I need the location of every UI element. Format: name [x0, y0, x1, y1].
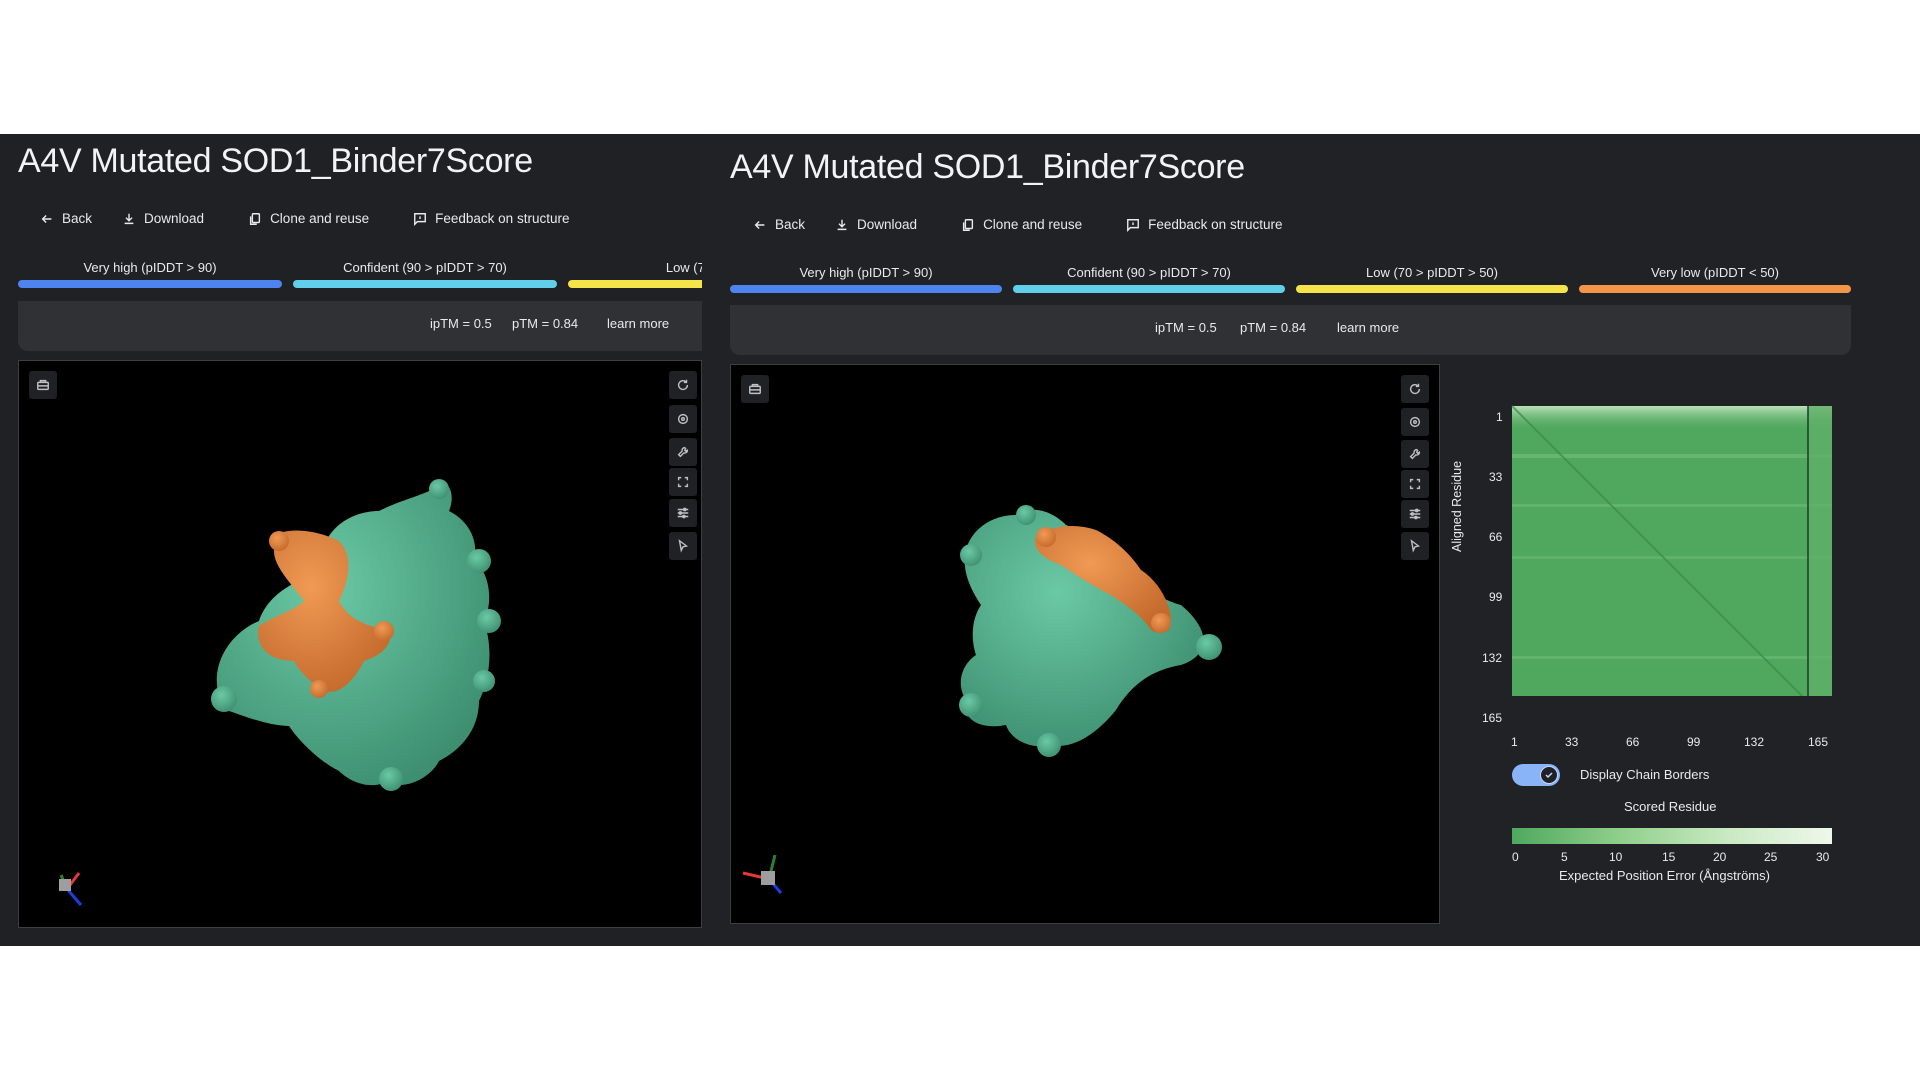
- back-button[interactable]: Back: [40, 211, 92, 226]
- pae-colorbar: [1512, 828, 1832, 844]
- pae-y-label: Aligned Residue: [1450, 460, 1464, 552]
- arrow-left-icon: [754, 220, 765, 229]
- colorbar-tick: 10: [1609, 850, 1623, 864]
- feedback-icon: [1127, 218, 1140, 232]
- pae-heatmap: [1511, 405, 1832, 696]
- score-box: ipTM = 0.5 pTM = 0.84 learn more: [730, 305, 1851, 355]
- colorbar-tick: 15: [1662, 850, 1676, 864]
- feedback-icon: [414, 212, 427, 226]
- arrow-left-icon: [41, 214, 52, 223]
- ptm-value: pTM = 0.84: [512, 316, 579, 331]
- score-box: ipTM = 0.5 pTM = 0.84 learn more: [18, 301, 702, 351]
- colorbar-tick: 30: [1816, 850, 1830, 864]
- chain-borders-toggle[interactable]: [1512, 764, 1560, 786]
- chain-borders-label: Display Chain Borders: [1580, 767, 1710, 782]
- pae-x-tick: 33: [1565, 735, 1579, 749]
- right-structure-panel: A4V Mutated SOD1_Binder7Score Back Downl…: [702, 134, 1920, 946]
- structure-viewer[interactable]: [730, 364, 1440, 924]
- pae-x-label: Scored Residue: [1624, 799, 1717, 814]
- axes-gizmo-icon: [59, 872, 83, 906]
- pae-x-tick: 132: [1744, 735, 1765, 749]
- pae-matrix: [1511, 405, 1832, 696]
- page-title: A4V Mutated SOD1_Binder7Score: [18, 142, 533, 180]
- pae-y-tick: 165: [1482, 711, 1503, 725]
- back-button[interactable]: Back: [753, 217, 805, 232]
- legend-low: Low (70 > p: [568, 260, 702, 288]
- download-icon: [837, 219, 847, 230]
- ptm-value: pTM = 0.84: [1240, 320, 1307, 335]
- pae-panel: Aligned Residue 1 33 66 99 132 165 1 33 …: [1450, 396, 1854, 916]
- legend-bar-low: [1296, 285, 1568, 293]
- pae-x-tick: 1: [1511, 735, 1518, 749]
- download-button[interactable]: Download: [122, 211, 204, 226]
- action-bar: Back Download Clone and reuse Feedback o…: [753, 217, 1282, 232]
- legend-bar-confident: [1013, 285, 1285, 293]
- axes-gizmo-icon: [742, 854, 783, 894]
- copy-icon: [249, 212, 261, 225]
- structure-viewer[interactable]: [18, 360, 702, 928]
- colorbar-label: Expected Position Error (Ångströms): [1559, 868, 1770, 883]
- copy-icon: [962, 218, 974, 231]
- colorbar-tick: 25: [1764, 850, 1778, 864]
- download-icon: [124, 213, 134, 224]
- clone-reuse-button[interactable]: Clone and reuse: [248, 211, 369, 226]
- action-bar: Back Download Clone and reuse Feedback o…: [40, 211, 569, 226]
- plddt-legend: Very high (pIDDT > 90) Confident (90 > p…: [730, 265, 1864, 295]
- feedback-button[interactable]: Feedback on structure: [413, 211, 569, 226]
- colorbar-tick: 20: [1713, 850, 1727, 864]
- pae-y-tick: 66: [1489, 530, 1503, 544]
- legend-bar-very-low: [1579, 285, 1851, 293]
- download-button[interactable]: Download: [835, 217, 917, 232]
- legend-bar-very-high: [18, 280, 282, 288]
- check-icon: [1540, 766, 1558, 784]
- legend-very-high: Very high (pIDDT > 90): [730, 265, 1002, 293]
- pae-y-tick: 1: [1496, 410, 1503, 424]
- iptm-value: ipTM = 0.5: [1155, 320, 1217, 335]
- plddt-legend: Very high (pIDDT > 90) Confident (90 > p…: [18, 260, 702, 290]
- legend-low: Low (70 > pIDDT > 50): [1296, 265, 1568, 293]
- clone-reuse-button[interactable]: Clone and reuse: [961, 217, 1082, 232]
- learn-more-link[interactable]: learn more: [1337, 320, 1399, 335]
- page-title: A4V Mutated SOD1_Binder7Score: [730, 148, 1245, 186]
- pae-x-tick: 99: [1687, 735, 1701, 749]
- pae-y-tick: 33: [1489, 470, 1503, 484]
- legend-bar-low: [568, 280, 702, 288]
- colorbar-tick: 0: [1512, 850, 1519, 864]
- legend-very-high: Very high (pIDDT > 90): [18, 260, 282, 288]
- legend-bar-very-high: [730, 285, 1002, 293]
- legend-very-low: Very low (pIDDT < 50): [1579, 265, 1851, 293]
- iptm-value: ipTM = 0.5: [430, 316, 492, 331]
- protein-surface: [742, 505, 1222, 894]
- pae-x-tick: 165: [1808, 735, 1829, 749]
- pae-x-tick: 66: [1626, 735, 1640, 749]
- left-structure-panel: A4V Mutated SOD1_Binder7Score Back Downl…: [0, 134, 702, 946]
- learn-more-link[interactable]: learn more: [607, 316, 669, 331]
- colorbar-tick: 5: [1561, 850, 1568, 864]
- pae-y-tick: 132: [1482, 651, 1503, 665]
- protein-surface: [59, 479, 501, 906]
- legend-confident: Confident (90 > pIDDT > 70): [1013, 265, 1285, 293]
- pae-y-tick: 99: [1489, 590, 1503, 604]
- legend-bar-confident: [293, 280, 557, 288]
- checkmark-icon: [1545, 772, 1553, 779]
- legend-confident: Confident (90 > pIDDT > 70): [293, 260, 557, 288]
- feedback-button[interactable]: Feedback on structure: [1126, 217, 1282, 232]
